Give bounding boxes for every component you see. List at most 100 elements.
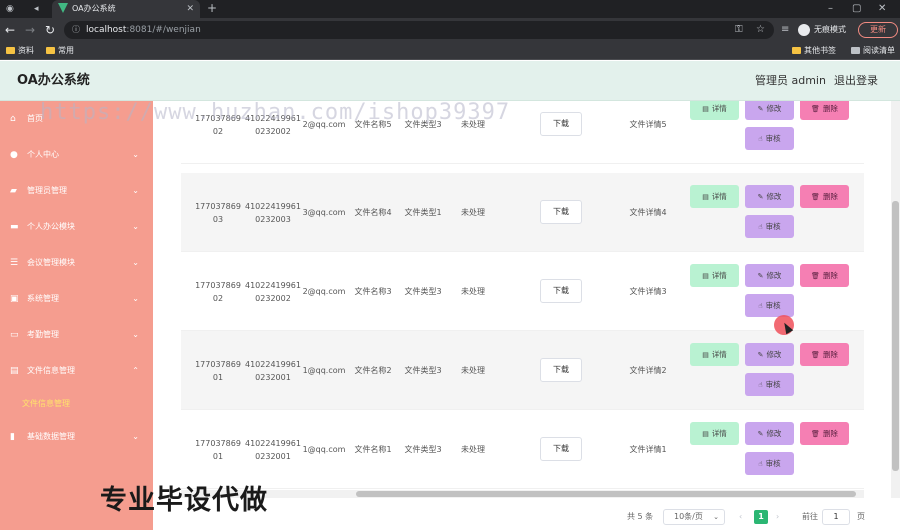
- cell-phone-text: 17703786903: [195, 201, 241, 224]
- sidebar-item-basic-data[interactable]: ▮ 基础数据管理 ⌄: [0, 419, 153, 455]
- forward-icon[interactable]: →: [25, 21, 35, 39]
- sidebar-item-profile[interactable]: ● 个人中心 ⌄: [0, 137, 153, 173]
- bookmark-folder-1[interactable]: 资料: [6, 42, 34, 60]
- url-bar[interactable]: ⓘ localhost:8081/#/wenjian: [64, 21, 774, 39]
- cell-file-detail-text: 文件详情4: [629, 208, 667, 217]
- delete-button[interactable]: 🗑 删除: [800, 101, 849, 120]
- bookmark-star-icon[interactable]: ☆: [756, 21, 765, 39]
- detail-button-label: 详情: [711, 104, 727, 113]
- chevron-down-icon: ⌄: [132, 432, 139, 441]
- edit-button[interactable]: ✎ 修改: [745, 185, 794, 208]
- cell-file-name: 文件名称1: [347, 410, 399, 489]
- back-icon[interactable]: ←: [5, 21, 15, 39]
- sidebar-item-attendance[interactable]: ▭ 考勤管理 ⌄: [0, 317, 153, 353]
- document-icon: ▤: [702, 105, 709, 113]
- trash-icon: 🗑: [811, 193, 820, 201]
- edit-button[interactable]: ✎ 修改: [745, 101, 794, 120]
- delete-button[interactable]: 🗑 删除: [800, 422, 849, 445]
- audit-button-label: 审核: [765, 222, 781, 231]
- chevron-up-icon: ⌃: [132, 366, 139, 375]
- chevron-down-icon: ⌄: [132, 258, 139, 267]
- tab-audio-icon[interactable]: ◂: [34, 0, 39, 18]
- reading-list-icon[interactable]: ≡: [781, 21, 789, 39]
- vertical-scrollbar[interactable]: [891, 101, 900, 498]
- page-number-current[interactable]: 1: [754, 510, 768, 524]
- detail-button[interactable]: ▤ 详情: [690, 422, 739, 445]
- delete-button[interactable]: 🗑 删除: [800, 185, 849, 208]
- cell-file-type: 文件类型1: [399, 173, 447, 252]
- bookmark-folder-2[interactable]: 常用: [46, 42, 74, 60]
- vertical-scroll-thumb[interactable]: [892, 201, 899, 471]
- cell-status: 未处理: [447, 331, 499, 410]
- sidebar-item-office[interactable]: ▬ 个人办公模块 ⌄: [0, 209, 153, 245]
- site-info-icon[interactable]: ⓘ: [72, 21, 80, 39]
- audit-button[interactable]: ☝ 审核: [745, 452, 794, 475]
- sidebar-item-admin[interactable]: ▰ 管理员管理 ⌄: [0, 173, 153, 209]
- audit-button-label: 审核: [765, 134, 781, 143]
- audit-button[interactable]: ☝ 审核: [745, 373, 794, 396]
- goto-page-input[interactable]: 1: [822, 509, 850, 525]
- edit-button[interactable]: ✎ 修改: [745, 343, 794, 366]
- edit-button-label: 修改: [766, 104, 782, 113]
- download-button[interactable]: 下载: [540, 200, 582, 224]
- edit-button[interactable]: ✎ 修改: [745, 264, 794, 287]
- cell-file-detail-text: 文件详情5: [629, 120, 667, 129]
- trash-icon: 🗑: [811, 105, 820, 113]
- cell-file-name-text: 文件名称2: [354, 366, 392, 375]
- reload-icon[interactable]: ↻: [45, 21, 55, 39]
- detail-button[interactable]: ▤ 详情: [690, 264, 739, 287]
- thumb-icon: ☝: [758, 223, 763, 231]
- update-button[interactable]: 更新: [858, 22, 898, 38]
- delete-button[interactable]: 🗑 删除: [800, 264, 849, 287]
- new-tab-icon[interactable]: +: [207, 0, 217, 17]
- logout-link[interactable]: 退出登录: [834, 61, 878, 101]
- prev-page-icon[interactable]: ‹: [739, 503, 742, 530]
- reading-list-icon: [851, 47, 860, 54]
- detail-button[interactable]: ▤ 详情: [690, 185, 739, 208]
- detail-button[interactable]: ▤ 详情: [690, 101, 739, 120]
- sidebar-item-meeting[interactable]: ☰ 会议管理模块 ⌄: [0, 245, 153, 281]
- horizontal-scroll-thumb[interactable]: [356, 491, 856, 497]
- cell-email-text: 1@qq.com: [302, 366, 346, 375]
- audit-button[interactable]: ☝ 审核: [745, 127, 794, 150]
- reading-list[interactable]: 阅读清单: [851, 42, 895, 60]
- detail-button[interactable]: ▤ 详情: [690, 343, 739, 366]
- profile-icon[interactable]: ◉: [6, 0, 14, 18]
- edit-button[interactable]: ✎ 修改: [745, 422, 794, 445]
- edit-icon: ✎: [757, 272, 764, 280]
- next-page-icon[interactable]: ›: [776, 503, 779, 530]
- cell-status-text: 未处理: [461, 287, 485, 296]
- cell-file-name-text: 文件名称3: [354, 287, 392, 296]
- download-button[interactable]: 下载: [540, 112, 582, 136]
- key-icon[interactable]: ⚿: [735, 21, 743, 39]
- folder-icon: [792, 47, 801, 54]
- page-size-select[interactable]: 10条/页 ⌄: [663, 509, 725, 525]
- folder-icon: [46, 47, 55, 54]
- cell-phone: 17703786902: [193, 252, 243, 331]
- close-tab-icon[interactable]: ✕: [186, 0, 194, 18]
- audit-button[interactable]: ☝ 审核: [745, 215, 794, 238]
- browser-tab[interactable]: OA办公系统 ✕: [52, 0, 200, 18]
- cell-email: 2@qq.com: [301, 252, 347, 331]
- minimize-icon[interactable]: –: [828, 0, 833, 18]
- download-button[interactable]: 下载: [540, 279, 582, 303]
- maximize-icon[interactable]: ▢: [852, 0, 861, 18]
- cell-phone: 17703786903: [193, 173, 243, 252]
- trash-icon: 🗑: [811, 430, 820, 438]
- other-bookmarks[interactable]: 其他书签: [792, 42, 836, 60]
- table-row: 17703786901 410224199610232001 1@qq.com 文件名…: [181, 410, 864, 489]
- close-window-icon[interactable]: ✕: [878, 0, 886, 18]
- cell-status: 未处理: [447, 410, 499, 489]
- sidebar-item-files[interactable]: ▤ 文件信息管理 ⌃: [0, 353, 153, 389]
- horizontal-scrollbar[interactable]: [181, 490, 864, 498]
- sliders-icon: ☰: [10, 258, 19, 268]
- audit-button[interactable]: ☝ 审核: [745, 294, 794, 317]
- download-button[interactable]: 下载: [540, 437, 582, 461]
- incognito-indicator[interactable]: 无痕模式: [798, 22, 846, 38]
- delete-button[interactable]: 🗑 删除: [800, 343, 849, 366]
- edit-button-label: 修改: [766, 192, 782, 201]
- download-button[interactable]: 下载: [540, 358, 582, 382]
- sidebar-subitem-files[interactable]: 文件信息管理: [0, 389, 153, 419]
- sidebar-item-system[interactable]: ▣ 系统管理 ⌄: [0, 281, 153, 317]
- briefcase-icon: ▰: [10, 186, 17, 196]
